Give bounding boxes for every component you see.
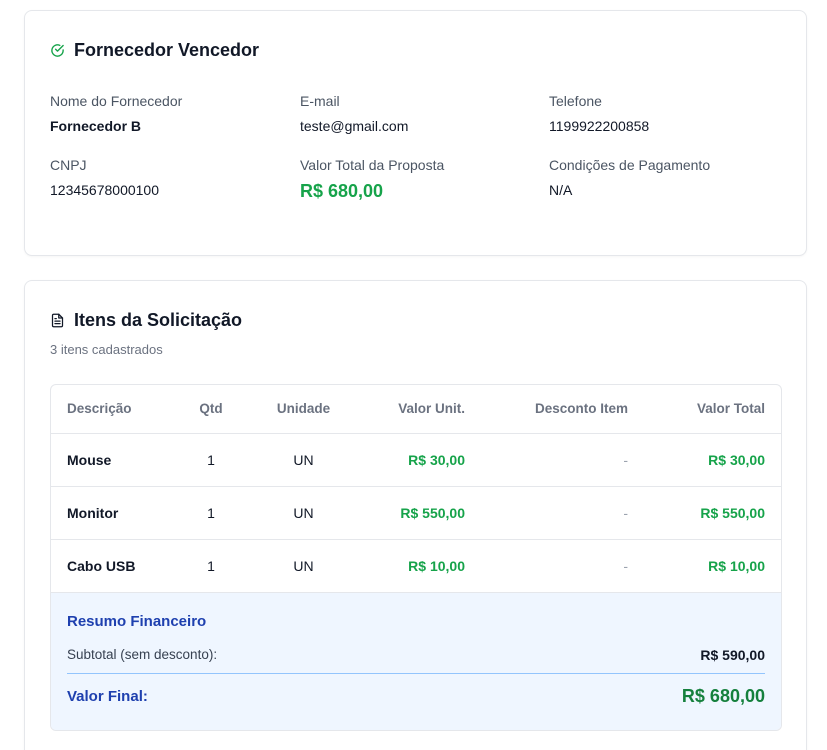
- column-unit-value: Valor Unit.: [356, 385, 481, 434]
- document-icon: [50, 313, 65, 328]
- phone-field: Telefone 1199922200858: [549, 93, 789, 134]
- email-value: teste@gmail.com: [300, 118, 409, 134]
- cell-description: Cabo USB: [51, 539, 171, 593]
- cell-total-value: R$ 10,00: [644, 539, 781, 593]
- table-row: Monitor 1 UN R$ 550,00 - R$ 550,00: [51, 486, 781, 540]
- items-card-header: Itens da Solicitação: [50, 310, 242, 331]
- proposal-total-label: Valor Total da Proposta: [300, 157, 445, 173]
- column-total-value: Valor Total: [644, 385, 781, 434]
- supplier-name-field: Nome do Fornecedor Fornecedor B: [50, 93, 290, 134]
- payment-terms-value: N/A: [549, 182, 573, 198]
- check-circle-icon: [50, 43, 65, 58]
- table-row: Mouse 1 UN R$ 30,00 - R$ 30,00: [51, 433, 781, 487]
- subtotal-row: Subtotal (sem desconto): R$ 590,00: [67, 647, 765, 663]
- column-unit: Unidade: [251, 385, 356, 434]
- items-card-title: Itens da Solicitação: [74, 310, 243, 330]
- winner-card: Fornecedor Vencedor Nome do Fornecedor F…: [24, 10, 807, 256]
- cell-unit: UN: [251, 433, 356, 487]
- cell-qty: 1: [171, 433, 251, 487]
- column-qty: Qtd: [171, 385, 251, 434]
- cnpj-value: 12345678000100: [50, 182, 160, 198]
- financial-summary: Resumo Financeiro Subtotal (sem desconto…: [51, 592, 781, 730]
- items-count: 3 itens cadastrados: [50, 342, 163, 357]
- cell-unit-value: R$ 10,00: [356, 539, 481, 593]
- proposal-total-field: Valor Total da Proposta R$ 680,00: [300, 157, 540, 202]
- email-field: E-mail teste@gmail.com: [300, 93, 540, 134]
- items-table-container: Descrição Qtd Unidade Valor Unit. Descon…: [50, 384, 782, 731]
- table-row: Cabo USB 1 UN R$ 10,00 - R$ 10,00: [51, 539, 781, 593]
- phone-value: 1199922200858: [549, 118, 650, 134]
- cell-item-discount: -: [481, 486, 644, 540]
- final-value: R$ 680,00: [681, 685, 765, 706]
- column-description: Descrição: [51, 385, 171, 434]
- payment-terms-label: Condições de Pagamento: [549, 157, 711, 173]
- supplier-name-value: Fornecedor B: [50, 118, 142, 134]
- cell-qty: 1: [171, 539, 251, 593]
- cell-description: Monitor: [51, 486, 171, 540]
- items-card: Itens da Solicitação 3 itens cadastrados…: [24, 280, 807, 750]
- cell-unit: UN: [251, 486, 356, 540]
- proposal-total-value: R$ 680,00: [300, 181, 384, 201]
- cell-unit-value: R$ 550,00: [356, 486, 481, 540]
- column-item-discount: Desconto Item: [481, 385, 644, 434]
- payment-terms-field: Condições de Pagamento N/A: [549, 157, 789, 198]
- financial-summary-title: Resumo Financeiro: [67, 612, 207, 630]
- cell-item-discount: -: [481, 539, 644, 593]
- supplier-name-label: Nome do Fornecedor: [50, 93, 183, 109]
- cell-unit: UN: [251, 539, 356, 593]
- summary-divider: [67, 672, 765, 674]
- final-value-row: Valor Final: R$ 680,00: [67, 686, 765, 707]
- cell-total-value: R$ 550,00: [644, 486, 781, 540]
- cnpj-label: CNPJ: [50, 157, 87, 173]
- subtotal-value: R$ 590,00: [700, 646, 765, 663]
- cell-qty: 1: [171, 486, 251, 540]
- subtotal-label: Subtotal (sem desconto):: [67, 647, 218, 662]
- phone-label: Telefone: [549, 93, 602, 109]
- table-header-row: Descrição Qtd Unidade Valor Unit. Descon…: [51, 385, 781, 434]
- cell-unit-value: R$ 30,00: [356, 433, 481, 487]
- cnpj-field: CNPJ 12345678000100: [50, 157, 290, 198]
- cell-item-discount: -: [481, 433, 644, 487]
- winner-card-header: Fornecedor Vencedor: [50, 40, 259, 61]
- final-value-label: Valor Final:: [67, 687, 148, 705]
- email-label: E-mail: [300, 93, 340, 109]
- cell-description: Mouse: [51, 433, 171, 487]
- items-table: Descrição Qtd Unidade Valor Unit. Descon…: [51, 385, 781, 593]
- winner-card-title: Fornecedor Vencedor: [74, 40, 260, 60]
- cell-total-value: R$ 30,00: [644, 433, 781, 487]
